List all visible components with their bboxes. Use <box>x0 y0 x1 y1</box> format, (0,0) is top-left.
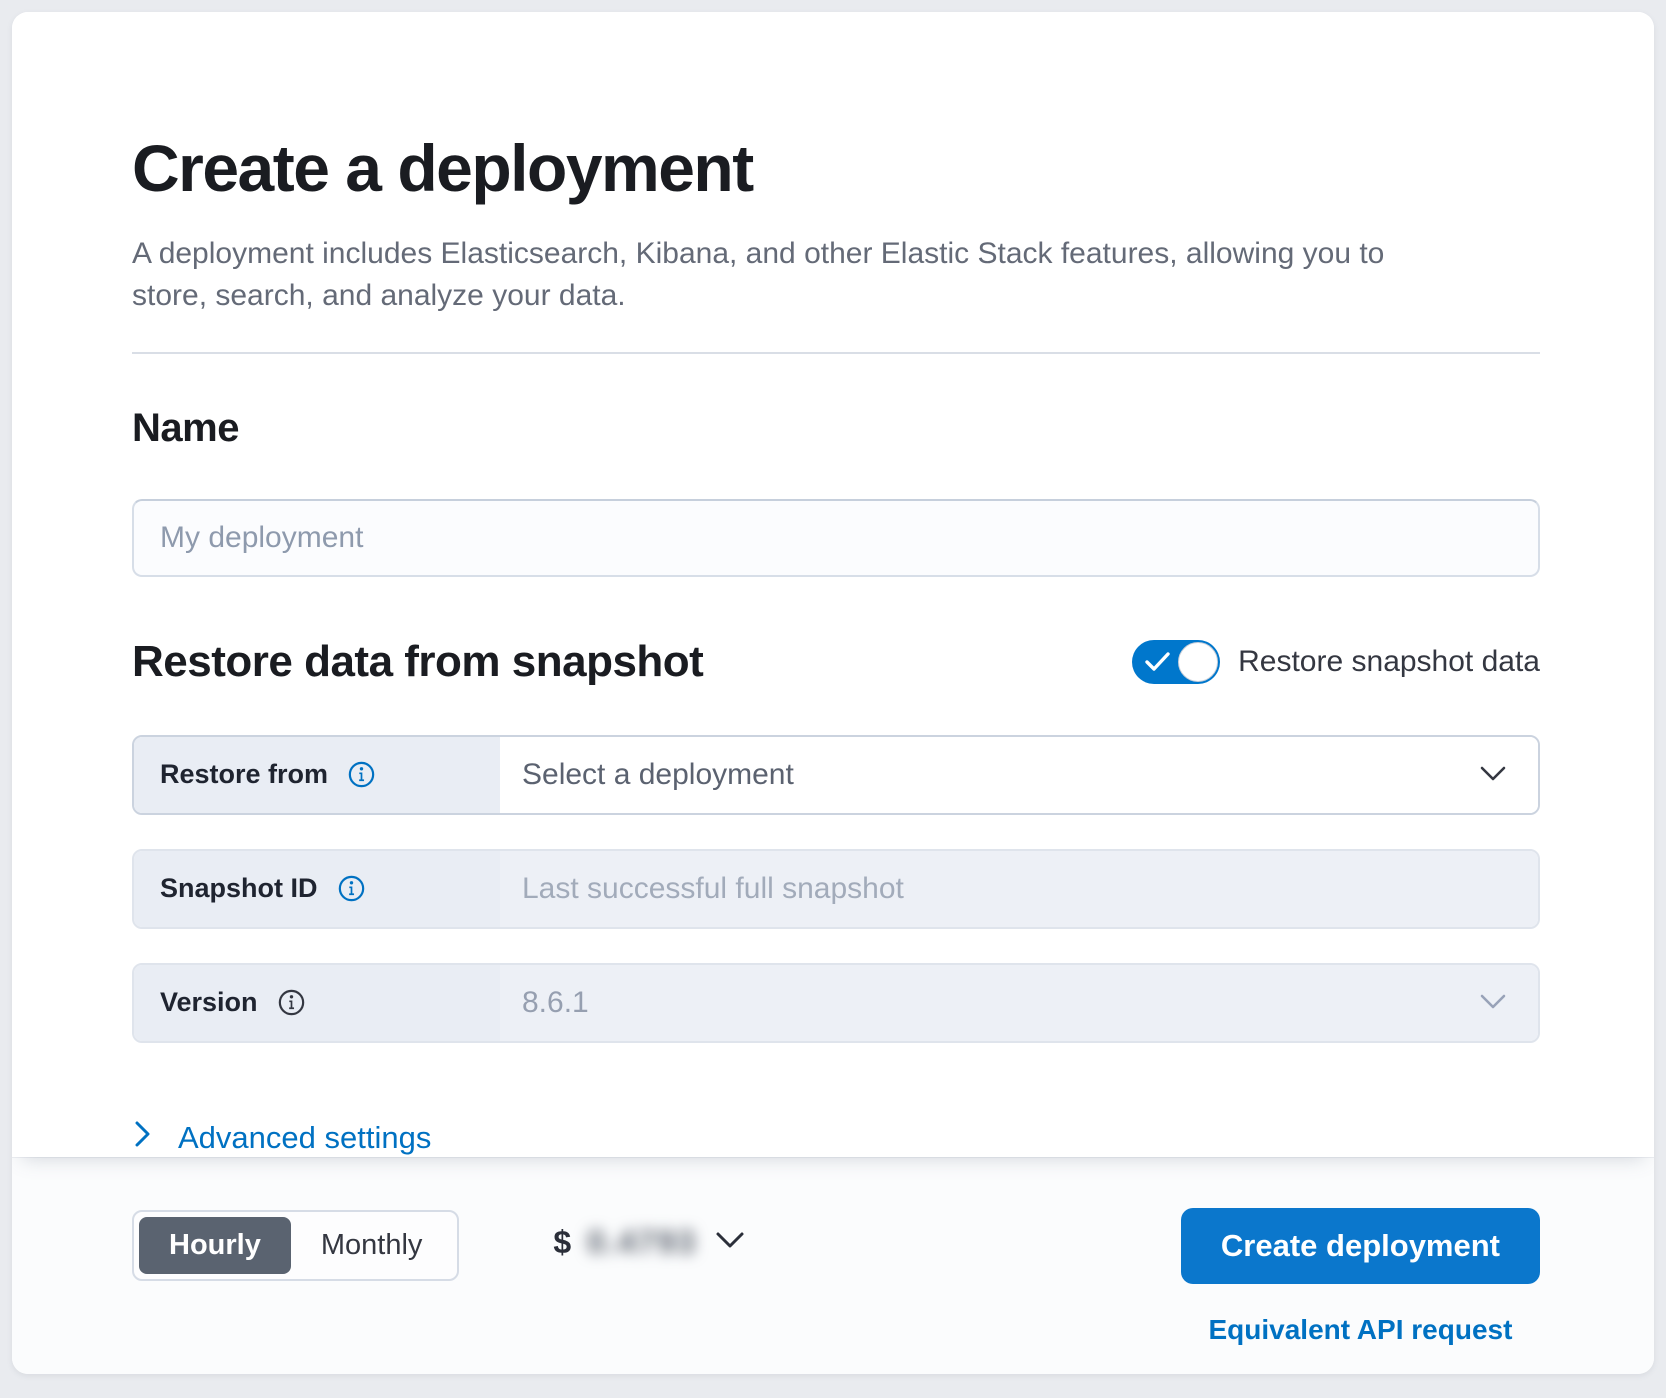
version-select-value: 8.6.1 <box>522 986 589 1020</box>
snapshot-id-field <box>500 851 1538 927</box>
restore-from-select[interactable]: Select a deployment <box>500 737 1538 813</box>
create-deployment-button[interactable]: Create deployment <box>1181 1208 1540 1284</box>
snapshot-id-row: Snapshot ID <box>132 849 1540 929</box>
restore-from-select-value: Select a deployment <box>522 758 794 792</box>
main-content: Create a deployment A deployment include… <box>12 12 1654 1157</box>
version-row: Version 8.6.1 <box>132 963 1540 1043</box>
snapshot-id-label-col: Snapshot ID <box>134 851 500 927</box>
version-label: Version <box>160 987 258 1018</box>
price-currency: $ <box>553 1224 571 1261</box>
toggle-knob <box>1178 642 1218 682</box>
toggle-label: Restore snapshot data <box>1238 645 1540 679</box>
restore-section-heading: Restore data from snapshot <box>132 637 703 687</box>
info-icon[interactable] <box>338 875 365 902</box>
restore-from-label-col: Restore from <box>134 737 500 813</box>
price-dropdown[interactable]: $ 0.4793 <box>553 1224 747 1261</box>
monthly-button[interactable]: Monthly <box>291 1217 453 1274</box>
advanced-settings-label: Advanced settings <box>178 1120 431 1156</box>
hourly-button[interactable]: Hourly <box>139 1217 291 1274</box>
restore-from-row: Restore from Select a deployment <box>132 735 1540 815</box>
restore-snapshot-toggle[interactable]: Restore snapshot data <box>1132 640 1540 684</box>
divider <box>132 352 1540 354</box>
equivalent-api-request-link[interactable]: Equivalent API request <box>1208 1314 1512 1346</box>
bottom-bar: Hourly Monthly $ 0.4793 Create deploymen… <box>12 1157 1654 1374</box>
info-icon[interactable] <box>278 989 305 1016</box>
check-icon <box>1144 650 1172 679</box>
snapshot-id-input[interactable] <box>522 851 1508 927</box>
create-deployment-card: Create a deployment A deployment include… <box>12 12 1654 1374</box>
chevron-right-icon <box>132 1119 152 1157</box>
name-section-heading: Name <box>132 406 1540 451</box>
page-subtitle: A deployment includes Elasticsearch, Kib… <box>132 233 1392 318</box>
toggle-switch-on[interactable] <box>1132 640 1220 684</box>
restore-from-label: Restore from <box>160 759 328 790</box>
chevron-down-icon <box>713 1229 747 1256</box>
chevron-down-icon <box>1478 986 1508 1020</box>
billing-interval-group: Hourly Monthly <box>132 1210 459 1281</box>
version-label-col: Version <box>134 965 500 1041</box>
snapshot-id-label: Snapshot ID <box>160 873 318 904</box>
chevron-down-icon <box>1478 758 1508 792</box>
deployment-name-input[interactable] <box>132 499 1540 577</box>
info-icon[interactable] <box>348 761 375 788</box>
price-amount-blurred: 0.4793 <box>587 1224 697 1261</box>
advanced-settings-link[interactable]: Advanced settings <box>132 1119 431 1157</box>
page-title: Create a deployment <box>132 132 1540 205</box>
version-select[interactable]: 8.6.1 <box>500 965 1538 1041</box>
